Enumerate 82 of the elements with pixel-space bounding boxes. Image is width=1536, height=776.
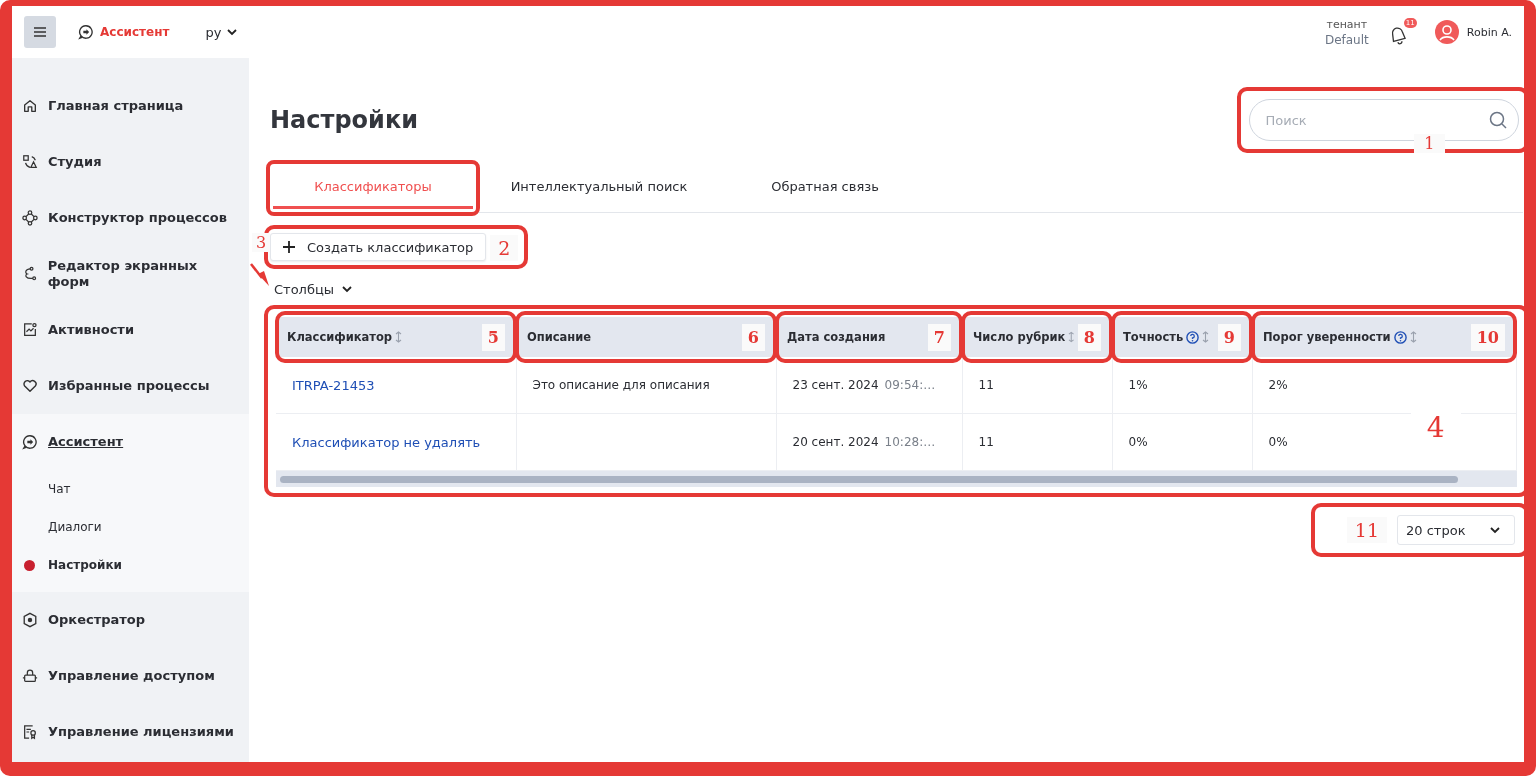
rows-per-page-select[interactable]: 20 строк [1397,515,1515,545]
plus-icon [283,241,295,253]
nodes-icon [22,210,38,226]
time-text: 10:28:… [884,435,936,449]
callout-number: 11 [1346,517,1388,543]
sidebar-subitem[interactable]: Настройки [12,546,249,584]
sidebar-subitem[interactable]: Чат [12,470,249,508]
date-text: 20 сент. 2024 [792,435,879,449]
sidebar-item[interactable]: Управление доступом [12,648,249,704]
menu-button[interactable] [24,16,56,48]
chevron-down-icon [1489,526,1500,534]
classifier-link[interactable]: ITRPA-21453 [292,377,375,393]
scrollbar-thumb[interactable] [280,475,1458,483]
sidebar-item[interactable]: Конструктор процессов [12,190,249,246]
column-header: Число рубрик [973,330,1066,344]
column-header: Классификатор [287,330,393,344]
callout-number: 7 [927,323,951,351]
callout-number: 5 [481,323,505,351]
chevron-down-icon [227,28,238,36]
time-text: 09:54:… [884,378,936,392]
tenant-name: Default [1324,32,1369,47]
callout-arrow [250,263,270,287]
language-select[interactable]: ру [199,23,244,41]
callout-number: 2 [490,235,519,261]
active-dot [24,559,35,571]
table-cell: 11 [978,435,994,449]
table-cell: 11 [978,378,994,392]
date-text: 23 сент. 2024 [792,378,879,392]
table-cell: 0% [1128,435,1148,449]
chat-icon [78,24,94,40]
callout-number: 3 [252,233,271,252]
search-icon [1488,111,1507,129]
tab[interactable]: Интеллектуальный поиск [499,167,699,209]
studio-icon [22,154,38,170]
tab[interactable]: Обратная связь [725,167,925,209]
home-icon [22,98,38,114]
table-cell: 2% [1268,378,1288,392]
sidebar-item[interactable]: Главная страница [12,78,249,134]
help-icon [1186,330,1200,344]
help-icon [1393,330,1407,344]
chevron-down-icon [342,285,353,293]
create-button[interactable]: Создать классификатор [270,233,487,261]
avatar-icon[interactable] [1434,20,1459,44]
table-cell: 0% [1268,435,1288,449]
license-icon [22,724,38,740]
hex-icon [22,612,38,628]
tab[interactable]: Классификаторы [273,167,473,209]
callout-number: 9 [1217,323,1241,351]
sidebar-item[interactable]: Редактор экранных форм [12,246,249,302]
sidebar-item[interactable]: Активности [12,302,249,358]
column-header: Точность [1123,330,1184,344]
callout-number: 8 [1077,323,1101,351]
classifier-link[interactable]: Классификатор не удалять [292,434,481,450]
menu-icon [34,27,46,37]
sort-icon [1409,331,1417,343]
app-title: Ассистент [100,25,170,39]
user-name: Robin A. [1466,25,1512,39]
column-header: Описание [527,330,592,344]
sort-icon [1202,331,1210,343]
column-header: Дата создания [787,330,886,344]
page-title: Настройки [270,106,418,134]
tenant-label: тенант [1326,17,1368,31]
callout-number: 10 [1470,323,1505,351]
sidebar-item[interactable]: Ассистент [12,414,249,470]
callout-number: 6 [741,323,765,351]
sidebar-item[interactable]: Избранные процессы [12,358,249,414]
callout-number: 1 [1414,134,1445,153]
activity-icon [22,322,38,338]
table-cell: 1% [1128,378,1148,392]
chat-icon [22,434,38,450]
sort-icon [395,331,403,343]
lock-icon [22,668,38,684]
sidebar-subitem[interactable]: Диалоги [12,508,249,546]
sort-icon [1068,331,1075,343]
editor-icon [22,266,38,282]
table-cell: Это описание для описания [532,378,710,392]
heart-icon [22,378,38,394]
sidebar-item[interactable]: Студия [12,134,249,190]
columns-dropdown[interactable]: Столбцы [270,281,357,297]
column-header: Порог уверенности [1263,330,1391,344]
sidebar-item[interactable]: Управление лицензиями [12,704,249,760]
sidebar-item[interactable]: Оркестратор [12,592,249,648]
